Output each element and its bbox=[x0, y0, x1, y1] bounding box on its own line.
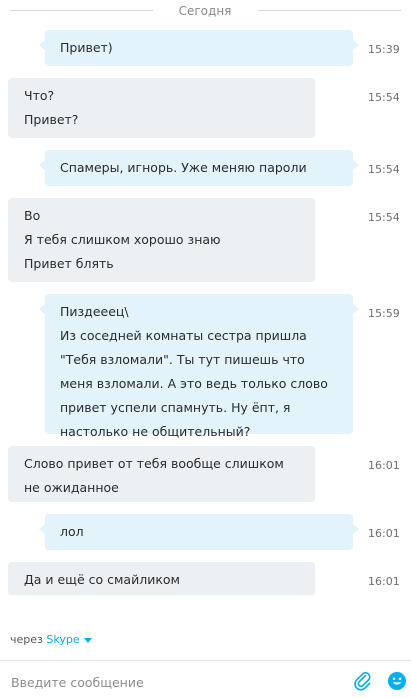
message-input[interactable] bbox=[9, 671, 343, 693]
separator-line-right bbox=[258, 10, 401, 11]
message-text-line: Привет) bbox=[60, 40, 113, 55]
day-separator: Сегодня bbox=[0, 0, 411, 22]
message-text-line: меня взломали. А это ведь только слово bbox=[60, 376, 328, 391]
message-timestamp: 16:01 bbox=[368, 459, 400, 472]
emoticon-icon[interactable] bbox=[386, 670, 408, 692]
message-bubble[interactable]: лол bbox=[39, 514, 359, 550]
message-timestamp: 15:54 bbox=[368, 163, 400, 176]
separator-line-left bbox=[10, 10, 153, 11]
via-prefix: через bbox=[10, 633, 43, 646]
message-timestamp: 16:01 bbox=[368, 575, 400, 588]
incoming-message: Что? Привет? 15:54 bbox=[0, 78, 411, 138]
message-text-line: Привет? bbox=[24, 112, 79, 127]
message-text-line: Из соседней комнаты сестра пришла bbox=[60, 328, 307, 343]
message-text-line: Во bbox=[24, 208, 41, 223]
message-text-line: Да и ещё со смайликом bbox=[24, 572, 180, 587]
message-text-line: "Тебя взломали". Ты тут пишешь что bbox=[60, 352, 305, 367]
incoming-message: Да и ещё со смайликом 16:01 bbox=[0, 562, 411, 595]
message-text-line: Что? bbox=[24, 88, 55, 103]
message-bubble[interactable]: Спамеры, игнорь. Уже меняю пароли bbox=[39, 150, 359, 186]
message-text-line: Привет блять bbox=[24, 256, 114, 271]
day-separator-label: Сегодня bbox=[178, 4, 232, 18]
outgoing-message: лол 16:01 bbox=[0, 514, 411, 550]
message-bubble[interactable]: Что? Привет? bbox=[8, 78, 315, 138]
message-timestamp: 15:39 bbox=[368, 43, 400, 56]
message-text-line: Слово привет от тебя вообще слишком bbox=[24, 456, 284, 471]
message-bubble[interactable]: Да и ещё со смайликом bbox=[8, 562, 315, 595]
message-timestamp: 15:59 bbox=[368, 307, 400, 320]
message-composer bbox=[0, 660, 411, 698]
message-bubble[interactable]: Во Я тебя слишком хорошо знаю Привет блять bbox=[8, 198, 315, 282]
message-bubble[interactable]: Привет) bbox=[39, 30, 359, 66]
message-timestamp: 15:54 bbox=[368, 211, 400, 224]
message-text-line: не ожиданное bbox=[24, 480, 119, 495]
incoming-message: Во Я тебя слишком хорошо знаю Привет блять… bbox=[0, 198, 411, 282]
chevron-down-icon[interactable] bbox=[83, 637, 92, 643]
outgoing-message: Спамеры, игнорь. Уже меняю пароли 15:54 bbox=[0, 150, 411, 186]
message-text-line: Пиздееец\ bbox=[60, 304, 129, 319]
outgoing-message: Привет) 15:39 bbox=[0, 30, 411, 66]
message-timestamp: 15:54 bbox=[368, 91, 400, 104]
message-bubble[interactable]: Пиздееец\ Из соседней комнаты сестра приш… bbox=[39, 294, 359, 439]
incoming-message: Слово привет от тебя вообще слишком не ож… bbox=[0, 446, 411, 502]
message-timestamp: 16:01 bbox=[368, 527, 400, 540]
message-text-line: настолько не общительный? bbox=[60, 424, 251, 439]
message-text-line: лол bbox=[60, 524, 84, 539]
message-feed[interactable]: Привет) 15:39 Что? Привет? 15:54 Спамеры, игн… bbox=[0, 22, 411, 595]
outgoing-message: Пиздееец\ Из соседней комнаты сестра приш… bbox=[0, 294, 411, 439]
message-text-line: привет успели спамнуть. Ну ёпт, я bbox=[60, 400, 291, 415]
message-bubble[interactable]: Слово привет от тебя вообще слишком не ож… bbox=[8, 446, 315, 502]
via-skype-link[interactable]: Skype bbox=[46, 633, 79, 646]
paperclip-icon[interactable] bbox=[352, 670, 374, 692]
message-text-line: Спамеры, игнорь. Уже меняю пароли bbox=[60, 160, 307, 175]
via-skype[interactable]: через Skype bbox=[10, 633, 92, 647]
message-text-line: Я тебя слишком хорошо знаю bbox=[24, 232, 221, 247]
